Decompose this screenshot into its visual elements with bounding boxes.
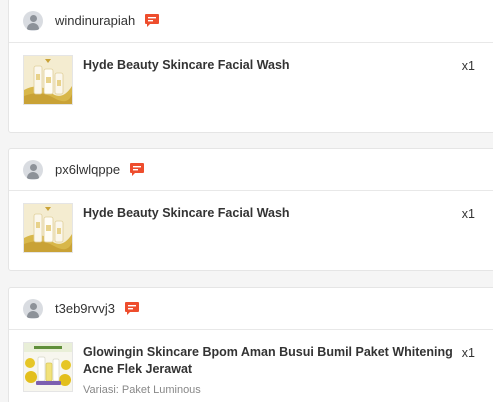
user-avatar-icon <box>23 159 43 180</box>
product-thumbnail[interactable] <box>23 342 73 392</box>
product-row[interactable]: Hyde Beauty Skincare Facial Wash <box>23 55 483 105</box>
product-name[interactable]: Hyde Beauty Skincare Facial Wash <box>83 57 457 74</box>
order-list: windinurapiah Hyde Beauty Skincare Facia… <box>0 0 493 402</box>
product-variation: Variasi: Paket Luminous <box>83 384 201 396</box>
product-info: Glowingin Skincare Bpom Aman Busui Bumil… <box>83 342 457 396</box>
order-card: windinurapiah Hyde Beauty Skincare Facia… <box>8 0 493 133</box>
chat-icon[interactable] <box>144 13 160 28</box>
order-card-body: Hyde Beauty Skincare Facial Wash x1 <box>9 191 493 265</box>
user-avatar-icon <box>23 298 43 319</box>
order-card-body: Hyde Beauty Skincare Facial Wash x1 <box>9 43 493 117</box>
buyer-username[interactable]: px6lwlqppe <box>55 162 120 177</box>
product-name[interactable]: Glowingin Skincare Bpom Aman Busui Bumil… <box>83 344 457 378</box>
chat-icon[interactable] <box>129 162 145 177</box>
product-row[interactable]: Hyde Beauty Skincare Facial Wash <box>23 203 483 253</box>
product-quantity: x1 <box>461 59 475 73</box>
product-quantity: x1 <box>461 207 475 221</box>
product-info: Hyde Beauty Skincare Facial Wash <box>83 55 457 74</box>
product-quantity: x1 <box>461 346 475 360</box>
order-card-header: windinurapiah <box>9 0 493 43</box>
order-card-header: t3eb9rvvj3 <box>9 288 493 330</box>
buyer-username[interactable]: windinurapiah <box>55 13 135 28</box>
user-avatar-icon <box>23 10 43 31</box>
order-card: t3eb9rvvj3 Glowingin Skincare Bpom Aman … <box>8 287 493 402</box>
product-info: Hyde Beauty Skincare Facial Wash <box>83 203 457 222</box>
product-name[interactable]: Hyde Beauty Skincare Facial Wash <box>83 205 457 222</box>
order-card-body: Glowingin Skincare Bpom Aman Busui Bumil… <box>9 330 493 402</box>
order-card-header: px6lwlqppe <box>9 149 493 191</box>
chat-icon[interactable] <box>124 301 140 316</box>
order-card: px6lwlqppe Hyde Beauty Skincare Facial W… <box>8 148 493 271</box>
product-thumbnail[interactable] <box>23 203 73 253</box>
buyer-username[interactable]: t3eb9rvvj3 <box>55 301 115 316</box>
product-thumbnail[interactable] <box>23 55 73 105</box>
product-row[interactable]: Glowingin Skincare Bpom Aman Busui Bumil… <box>23 342 483 396</box>
